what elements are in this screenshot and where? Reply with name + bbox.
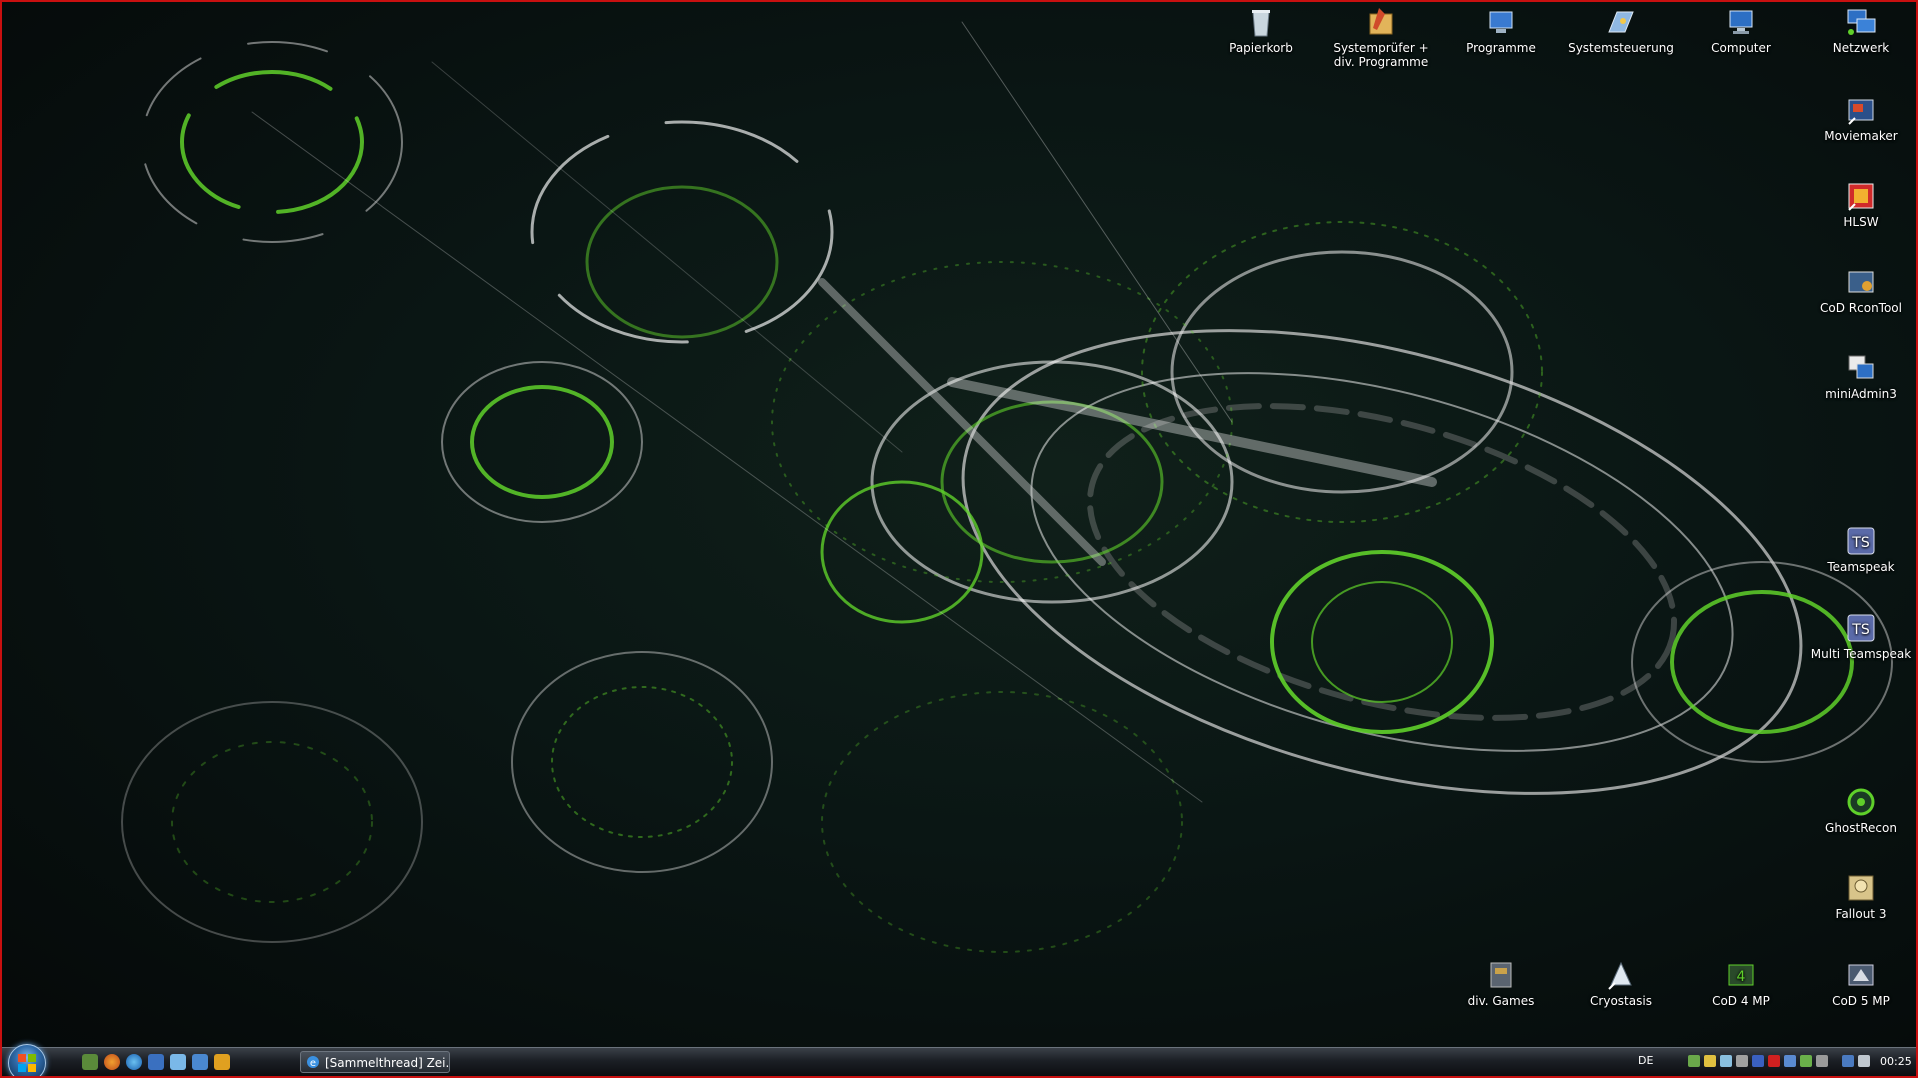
miniadmin-icon <box>1845 352 1877 384</box>
desktop-icon-cod5mp[interactable]: CoD 5 MP <box>1806 959 1916 1008</box>
hlsw-icon <box>1845 180 1877 212</box>
desktop-icon-papierkorb[interactable]: Papierkorb <box>1206 6 1316 55</box>
games-folder-icon <box>1485 959 1517 991</box>
wallpaper-art <box>121 21 1893 953</box>
tools-folder-icon <box>1365 6 1397 38</box>
desktop-icon-label: Netzwerk <box>1832 41 1890 55</box>
tray-icon-7[interactable] <box>1784 1055 1796 1067</box>
cryostasis-icon <box>1605 959 1637 991</box>
taskbar-window-title: [Sammelthread] Zei... <box>325 1056 450 1070</box>
teamspeak-icon: TS <box>1845 525 1877 557</box>
volume-icon[interactable] <box>1858 1055 1870 1067</box>
taskbar: e [Sammelthread] Zei... DE 00:25 <box>2 1044 1916 1076</box>
desktop-icon-label: HLSW <box>1843 215 1879 229</box>
ati-icon[interactable] <box>1768 1055 1780 1067</box>
messenger-icon[interactable] <box>170 1054 186 1070</box>
teamspeak-icon: TS <box>1845 612 1877 644</box>
network-icon <box>1845 6 1877 38</box>
desktop-icon-ghostrecon[interactable]: GhostRecon <box>1806 786 1916 835</box>
cod4-icon: 4 <box>1725 959 1757 991</box>
show-desktop-icon[interactable] <box>82 1054 98 1070</box>
window-switch-icon[interactable] <box>214 1054 230 1070</box>
desktop-icon-netzwerk[interactable]: Netzwerk <box>1806 6 1916 55</box>
clock[interactable]: 00:25 <box>1880 1055 1912 1068</box>
tray-icon-2[interactable] <box>1704 1055 1716 1067</box>
desktop-icon-label: Computer <box>1711 41 1771 55</box>
desktop-icon-label: CoD RconTool <box>1820 301 1902 315</box>
desktop-icon-label: CoD 4 MP <box>1712 994 1770 1008</box>
desktop-icon-multi-teamspeak[interactable]: TS Multi Teamspeak <box>1806 612 1916 661</box>
taskbar-window-button[interactable]: e [Sammelthread] Zei... <box>300 1051 450 1073</box>
tray-icon-3[interactable] <box>1720 1055 1732 1067</box>
desktop-icon-label: Cryostasis <box>1590 994 1652 1008</box>
tray-icon-4[interactable] <box>1736 1055 1748 1067</box>
desktop-icon-label: div. Games <box>1467 994 1535 1008</box>
tray-icon-8[interactable] <box>1800 1055 1812 1067</box>
desktop-icon-label: Fallout 3 <box>1835 907 1887 921</box>
desktop-icon-div-games[interactable]: div. Games <box>1446 959 1556 1008</box>
desktop-icon-label: Programme <box>1466 41 1536 55</box>
start-button[interactable] <box>8 1044 46 1076</box>
control-panel-icon <box>1605 6 1637 38</box>
fallout-icon <box>1845 872 1877 904</box>
desktop-icon-teamspeak[interactable]: TS Teamspeak <box>1806 525 1916 574</box>
ie-icon: e <box>307 1056 319 1069</box>
desktop-icon-hlsw[interactable]: HLSW <box>1806 180 1916 229</box>
svg-text:TS: TS <box>1851 535 1870 551</box>
desktop-icon-label: Systemsteuerung <box>1568 41 1674 55</box>
desktop-icon-cod-rcontool[interactable]: CoD RconTool <box>1806 266 1916 315</box>
desktop-icon-label: Systemprüfer + div. Programme <box>1333 41 1429 69</box>
tray-icon-1[interactable] <box>1688 1055 1700 1067</box>
tray-icon-5[interactable] <box>1752 1055 1764 1067</box>
desktop-icon-label: miniAdmin3 <box>1825 387 1897 401</box>
desktop-icon-label: Teamspeak <box>1827 560 1895 574</box>
desktop-wallpaper <box>2 2 1916 1048</box>
desktop-icon-label: GhostRecon <box>1825 821 1897 835</box>
tray-icon-9[interactable] <box>1816 1055 1828 1067</box>
desktop-icon-systemsteuerung[interactable]: Systemsteuerung <box>1566 6 1676 55</box>
svg-text:e: e <box>310 1058 316 1069</box>
moviemaker-icon <box>1845 94 1877 126</box>
firefox-icon[interactable] <box>104 1054 120 1070</box>
rcon-tool-icon <box>1845 266 1877 298</box>
computer-icon <box>1725 6 1757 38</box>
desktop-icon-cod4mp[interactable]: 4 CoD 4 MP <box>1686 959 1796 1008</box>
desktop-icon-cryostasis[interactable]: Cryostasis <box>1566 959 1676 1008</box>
desktop-icon-computer[interactable]: Computer <box>1686 6 1796 55</box>
media-icon[interactable] <box>192 1054 208 1070</box>
network-tray-icon[interactable] <box>1842 1055 1854 1067</box>
desktop-icon-label: Moviemaker <box>1824 129 1898 143</box>
screen-frame: Papierkorb Systemprüfer + div. Programme… <box>0 0 1918 1078</box>
language-indicator[interactable]: DE <box>1638 1054 1653 1067</box>
windows-logo-icon <box>18 1054 36 1072</box>
cod5-icon <box>1845 959 1877 991</box>
desktop-icon-label: CoD 5 MP <box>1832 994 1890 1008</box>
desktop-icon-label: Multi Teamspeak <box>1810 647 1912 661</box>
desktop-icon-label: Papierkorb <box>1229 41 1293 55</box>
recycle-bin-icon <box>1245 6 1277 38</box>
explorer-icon[interactable] <box>148 1054 164 1070</box>
svg-text:TS: TS <box>1851 622 1870 638</box>
ie-icon[interactable] <box>126 1054 142 1070</box>
desktop-icon-systempruefer[interactable]: Systemprüfer + div. Programme <box>1326 6 1436 69</box>
computer-folder-icon <box>1485 6 1517 38</box>
desktop-icon-fallout3[interactable]: Fallout 3 <box>1806 872 1916 921</box>
desktop-icon-miniadmin3[interactable]: miniAdmin3 <box>1806 352 1916 401</box>
desktop-icon-programme[interactable]: Programme <box>1446 6 1556 55</box>
ghostrecon-icon <box>1845 786 1877 818</box>
svg-text:4: 4 <box>1737 969 1746 985</box>
desktop-icon-moviemaker[interactable]: Moviemaker <box>1806 94 1916 143</box>
